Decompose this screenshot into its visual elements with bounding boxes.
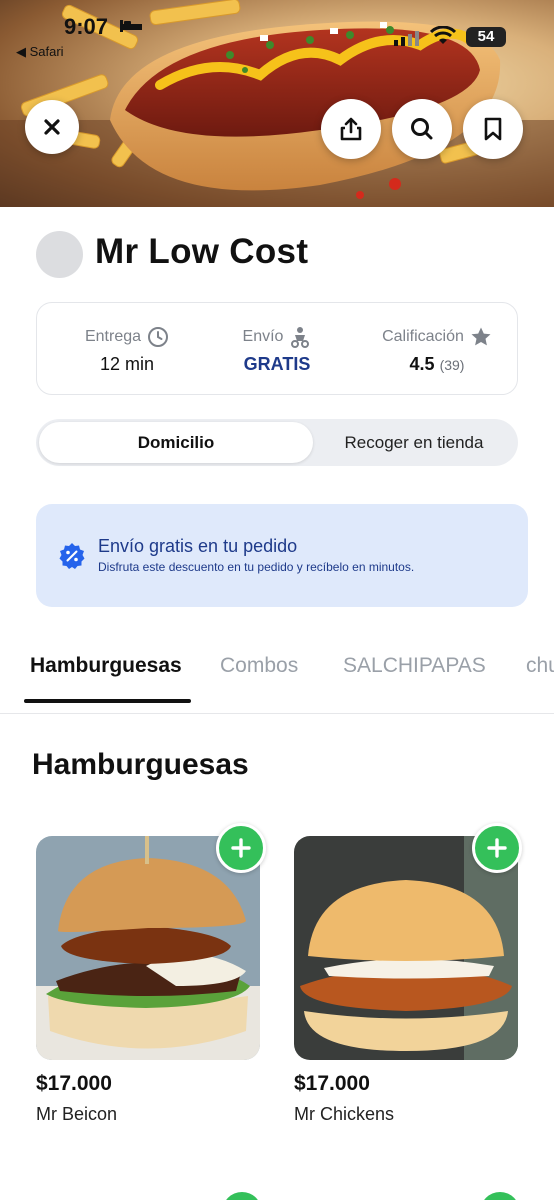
status-bar: 9:07 ◀ Safari 54 <box>0 0 554 60</box>
product-price: $17.000 <box>36 1072 112 1095</box>
sleep-focus-icon <box>120 20 142 32</box>
free-shipping-banner[interactable]: Envío gratis en tu pedido Disfruta este … <box>36 504 528 607</box>
tab-chu[interactable]: chu <box>526 654 554 678</box>
delivery-courier-icon <box>291 327 310 348</box>
status-time: 9:07 <box>64 14 109 39</box>
shipping-value: GRATIS <box>243 354 311 374</box>
battery-indicator: 54 <box>466 27 506 47</box>
add-to-cart-button-partial[interactable] <box>222 1192 262 1200</box>
rating-value: 4.5 <box>409 354 435 374</box>
rating-info: Calificación 4.5 (39) <box>362 303 512 396</box>
product-name: Mr Chickens <box>294 1104 395 1124</box>
delivery-mode-toggle: Domicilio Recoger en tienda <box>36 419 518 466</box>
burger-photo <box>36 836 260 1060</box>
store-info-card: Entrega 12 min Envío GRATIS Calificación <box>36 302 518 395</box>
section-title: Hamburguesas <box>32 748 249 781</box>
product-image-mr-beicon[interactable] <box>36 836 260 1060</box>
delivery-option-pickup[interactable]: Recoger en tienda <box>313 422 515 463</box>
clock-icon <box>148 327 169 347</box>
wifi-icon <box>430 26 456 44</box>
add-to-cart-button[interactable] <box>216 823 266 873</box>
active-tab-indicator <box>24 699 191 703</box>
back-to-safari-link[interactable]: ◀ Safari <box>16 44 64 60</box>
share-button[interactable] <box>321 99 381 159</box>
plus-icon <box>231 838 251 858</box>
bookmark-button[interactable] <box>463 99 523 159</box>
delivery-option-domicilio[interactable]: Domicilio <box>39 422 313 463</box>
add-to-cart-button[interactable] <box>472 823 522 873</box>
store-name: Mr Low Cost <box>95 232 309 271</box>
product-name: Mr Beicon <box>36 1104 118 1124</box>
delivery-label: Entrega <box>84 328 142 345</box>
store-logo <box>36 231 83 278</box>
search-button[interactable] <box>392 99 452 159</box>
category-tabs: Hamburguesas Combos SALCHIPAPAS chu <box>0 640 554 714</box>
plus-icon <box>487 838 507 858</box>
share-icon <box>340 117 362 141</box>
promo-title: Envío gratis en tu pedido <box>98 536 298 556</box>
rating-value-row: 4.5 (39) <box>362 354 512 375</box>
store-hero-image: 9:07 ◀ Safari 54 <box>0 0 554 207</box>
close-button[interactable] <box>25 100 79 154</box>
product-price: $17.000 <box>294 1072 370 1095</box>
rating-count: (39) <box>439 357 465 373</box>
tab-salchipapas[interactable]: SALCHIPAPAS <box>343 654 486 678</box>
shipping-cost-info: Envío GRATIS <box>207 303 347 396</box>
star-icon <box>471 327 491 346</box>
tab-hamburguesas[interactable]: Hamburguesas <box>30 654 182 678</box>
close-icon <box>44 119 60 135</box>
delivery-time-info: Entrega 12 min <box>57 303 197 396</box>
delivery-value: 12 min <box>99 354 155 374</box>
discount-badge-icon <box>59 543 85 569</box>
tab-combos[interactable]: Combos <box>220 654 298 678</box>
rating-label: Calificación <box>382 328 464 345</box>
add-to-cart-button-partial[interactable] <box>480 1192 520 1200</box>
shipping-label: Envío <box>242 328 284 345</box>
bookmark-icon <box>484 117 502 141</box>
cellular-signal-icon <box>394 31 419 46</box>
promo-subtitle: Disfruta este descuento en tu pedido y r… <box>98 560 415 574</box>
search-icon <box>411 118 433 140</box>
